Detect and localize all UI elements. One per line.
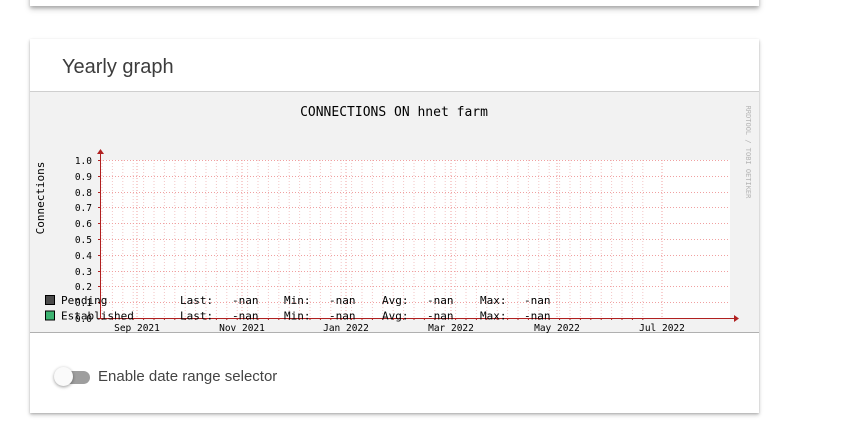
legend-max-label: Max: xyxy=(480,294,507,307)
legend-name: Pending xyxy=(61,294,107,307)
x-tick-label: Mar 2022 xyxy=(428,323,474,334)
card-title: Yearly graph xyxy=(62,56,174,78)
legend-avg-value: -nan xyxy=(427,310,454,323)
legend-last-label: Last: xyxy=(180,310,213,323)
y-tick-label: 0.8 xyxy=(75,188,92,199)
legend-max-value: -nan xyxy=(524,310,551,323)
legend-avg-label: Avg: xyxy=(382,294,409,307)
y-tick-label: 0.9 xyxy=(75,172,92,183)
legend-max-value: -nan xyxy=(524,294,551,307)
legend-last-value: -nan xyxy=(232,310,259,323)
x-tick-label: Jan 2022 xyxy=(323,323,369,334)
y-tick-label: 0.2 xyxy=(75,282,92,293)
x-axis-arrow xyxy=(734,315,739,322)
legend-last-value: -nan xyxy=(232,294,259,307)
x-tick-label: Nov 2021 xyxy=(219,323,265,334)
graph-ylabel: Connections xyxy=(34,162,47,235)
date-range-toggle[interactable] xyxy=(54,367,90,386)
legend-min-value: -nan xyxy=(329,310,356,323)
legend-swatch xyxy=(45,295,55,305)
legend-avg-value: -nan xyxy=(427,294,454,307)
previous-card xyxy=(30,0,759,6)
x-tick-label: Jul 2022 xyxy=(639,323,685,334)
y-axis-arrow xyxy=(97,149,104,154)
legend-min-value: -nan xyxy=(329,294,356,307)
y-tick-label: 0.3 xyxy=(75,267,92,278)
y-tick-label: 0.4 xyxy=(75,251,92,262)
graph-title: CONNECTIONS ON hnet farm xyxy=(300,105,488,120)
y-tick-label: 0.7 xyxy=(75,203,92,214)
legend-swatch xyxy=(45,310,55,321)
legend-avg-label: Avg: xyxy=(382,310,409,323)
legend-name: Established xyxy=(61,310,134,323)
yearly-graph-card: Yearly graph CONNECTIONS ON hnet farm Co… xyxy=(30,39,759,413)
connections-graph: CONNECTIONS ON hnet farm Connections RRD… xyxy=(30,91,759,334)
date-range-toggle-label: Enable date range selector xyxy=(98,368,278,385)
y-tick-label: 0.6 xyxy=(75,219,92,230)
legend-min-label: Min: xyxy=(284,294,311,307)
legend-last-label: Last: xyxy=(180,294,213,307)
toggle-thumb xyxy=(54,367,73,386)
x-tick-label: May 2022 xyxy=(534,323,580,334)
graph-canvas: CONNECTIONS ON hnet farm Connections RRD… xyxy=(34,105,752,334)
legend-max-label: Max: xyxy=(480,310,507,323)
legend-min-label: Min: xyxy=(284,310,311,323)
y-tick-label: 1.0 xyxy=(75,156,92,167)
y-tick-label: 0.5 xyxy=(75,235,92,246)
x-tick-label: Sep 2021 xyxy=(114,323,160,334)
graph-watermark: RRDTOOL / TOBI OETIKER xyxy=(744,106,752,200)
